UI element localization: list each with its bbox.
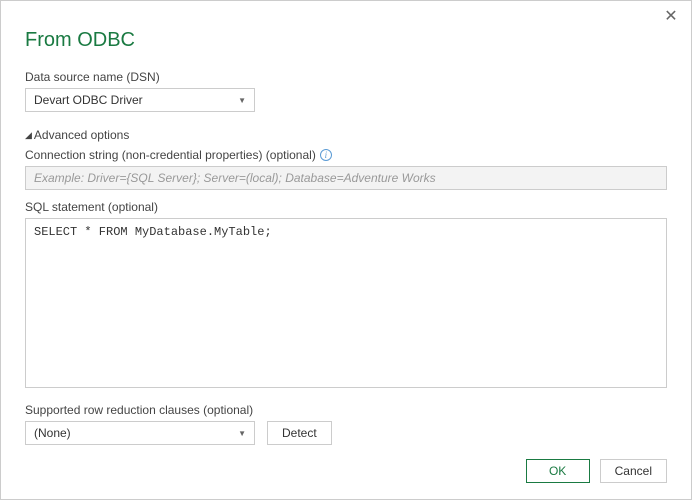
row-reduction-label: Supported row reduction clauses (optiona… [25,403,667,417]
row-reduction-field: Supported row reduction clauses (optiona… [25,403,667,445]
advanced-options-toggle[interactable]: ◢ Advanced options [25,128,667,142]
row-reduction-value: (None) [34,426,71,440]
info-icon[interactable]: i [320,149,332,161]
triangle-down-icon: ◢ [25,130,32,141]
connection-string-label-text: Connection string (non-credential proper… [25,148,316,162]
sql-textarea[interactable] [25,218,667,388]
cancel-button[interactable]: Cancel [600,459,667,483]
row-reduction-dropdown[interactable]: (None) ▼ [25,421,255,445]
advanced-options-label: Advanced options [34,128,129,142]
connection-string-input[interactable] [25,166,667,190]
chevron-down-icon: ▼ [238,96,246,105]
close-button[interactable]: ✕ [661,7,681,27]
dsn-field: Data source name (DSN) Devart ODBC Drive… [25,70,667,112]
dsn-label: Data source name (DSN) [25,70,667,84]
ok-button[interactable]: OK [526,459,590,483]
chevron-down-icon: ▼ [238,429,246,438]
detect-button[interactable]: Detect [267,421,332,445]
sql-field: SQL statement (optional) [25,200,667,391]
connection-string-field: Connection string (non-credential proper… [25,148,667,190]
close-icon: ✕ [664,8,677,25]
connection-string-label: Connection string (non-credential proper… [25,148,667,162]
dsn-dropdown[interactable]: Devart ODBC Driver ▼ [25,88,255,112]
sql-label: SQL statement (optional) [25,200,667,214]
dialog-title: From ODBC [25,29,667,52]
dialog-footer: OK Cancel [526,459,667,483]
odbc-dialog: ✕ From ODBC Data source name (DSN) Devar… [0,0,692,500]
dsn-value: Devart ODBC Driver [34,93,143,107]
